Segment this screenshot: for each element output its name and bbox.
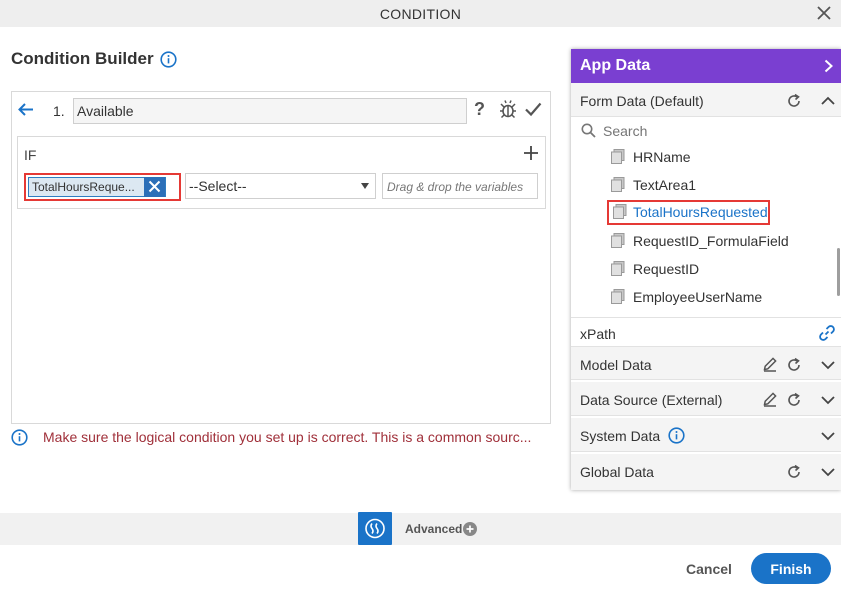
link-icon[interactable] xyxy=(818,324,836,342)
variable-highlight: TotalHoursReque... xyxy=(24,173,181,201)
plus-circle-icon[interactable] xyxy=(463,522,477,536)
operator-select[interactable]: --Select-- xyxy=(185,173,376,199)
tree-item-label: EmployeeUserName xyxy=(633,289,763,305)
document-icon xyxy=(611,233,625,248)
refresh-icon[interactable] xyxy=(786,93,802,109)
document-icon xyxy=(611,289,625,304)
document-icon xyxy=(613,204,627,219)
search-input[interactable] xyxy=(603,121,828,141)
pencil-icon[interactable] xyxy=(762,391,778,407)
global-data-section[interactable]: Global Data xyxy=(571,454,841,490)
variable-chip-label: TotalHoursReque... xyxy=(32,180,135,194)
form-data-section[interactable]: Form Data (Default) xyxy=(571,83,841,117)
help-icon[interactable]: ? xyxy=(474,99,488,119)
page-title: Condition Builder xyxy=(11,49,154,68)
add-condition-icon[interactable] xyxy=(523,145,539,161)
chevron-down-icon[interactable] xyxy=(820,428,836,444)
document-icon xyxy=(611,149,625,164)
back-arrow-icon[interactable] xyxy=(17,102,34,117)
info-icon xyxy=(11,429,28,446)
check-icon[interactable] xyxy=(524,100,542,118)
chevron-down-icon[interactable] xyxy=(820,357,836,373)
model-data-section[interactable]: Model Data xyxy=(571,346,841,380)
condition-builder-panel: 1. ? IF TotalHoursReque... --Select-- xyxy=(11,91,551,424)
tree-item-label: HRName xyxy=(633,149,691,165)
xpath-label: xPath xyxy=(580,326,616,342)
warning-message: Make sure the logical condition you set … xyxy=(43,429,532,445)
info-icon[interactable] xyxy=(668,427,685,444)
condition-name-input[interactable] xyxy=(73,98,467,124)
form-data-tree: HRName TextArea1 TotalHoursRequested Req… xyxy=(571,144,841,312)
section-label: Global Data xyxy=(580,464,654,480)
section-label: Model Data xyxy=(580,357,652,373)
chevron-right-icon[interactable] xyxy=(824,59,833,73)
close-icon[interactable] xyxy=(816,5,832,21)
tree-item-label: RequestID xyxy=(633,261,700,277)
if-block: IF TotalHoursReque... --Select-- Drag & … xyxy=(17,136,546,209)
advanced-label: Advanced xyxy=(405,522,463,536)
cancel-button[interactable]: Cancel xyxy=(676,555,742,583)
remove-variable-button[interactable] xyxy=(144,177,165,197)
advanced-toggle-button[interactable] xyxy=(358,512,392,545)
condition-number: 1. xyxy=(53,103,65,119)
debug-icon[interactable] xyxy=(498,99,518,119)
drop-variable-field[interactable]: Drag & drop the variables xyxy=(382,173,538,199)
caret-down-icon xyxy=(361,183,369,189)
advanced-icon xyxy=(365,518,385,539)
dialog-titlebar: CONDITION xyxy=(0,0,841,27)
search-icon xyxy=(581,123,596,138)
chevron-up-icon[interactable] xyxy=(820,93,836,109)
info-icon[interactable] xyxy=(160,51,177,68)
refresh-icon[interactable] xyxy=(786,392,802,408)
finish-button[interactable]: Finish xyxy=(751,553,831,584)
chevron-down-icon[interactable] xyxy=(820,464,836,480)
section-label: Data Source (External) xyxy=(580,392,723,408)
xpath-row: xPath xyxy=(571,317,841,347)
chevron-down-icon[interactable] xyxy=(820,392,836,408)
dialog-title: CONDITION xyxy=(379,6,462,22)
section-label: System Data xyxy=(580,428,661,444)
drop-placeholder: Drag & drop the variables xyxy=(387,180,524,194)
search-row xyxy=(571,117,841,144)
tree-item-label: TextArea1 xyxy=(633,177,697,193)
tree-scrollbar[interactable] xyxy=(837,248,840,296)
app-data-title: App Data xyxy=(580,57,651,74)
close-icon xyxy=(148,180,161,193)
operator-select-value: --Select-- xyxy=(189,178,247,194)
data-source-section[interactable]: Data Source (External) xyxy=(571,382,841,416)
form-data-label: Form Data (Default) xyxy=(580,93,704,109)
pencil-icon[interactable] xyxy=(762,356,778,372)
tree-item-label: RequestID_FormulaField xyxy=(633,233,789,249)
tree-item-totalhoursrequested[interactable]: TotalHoursRequested xyxy=(607,200,770,225)
app-data-panel: App Data Form Data (Default) HRName xyxy=(571,49,841,490)
app-data-header: App Data xyxy=(571,49,841,83)
tree-item-label: TotalHoursRequested xyxy=(633,204,768,220)
if-label: IF xyxy=(24,147,37,163)
document-icon xyxy=(611,261,625,276)
system-data-section[interactable]: System Data xyxy=(571,418,841,452)
refresh-icon[interactable] xyxy=(786,464,802,480)
refresh-icon[interactable] xyxy=(786,357,802,373)
document-icon xyxy=(611,177,625,192)
